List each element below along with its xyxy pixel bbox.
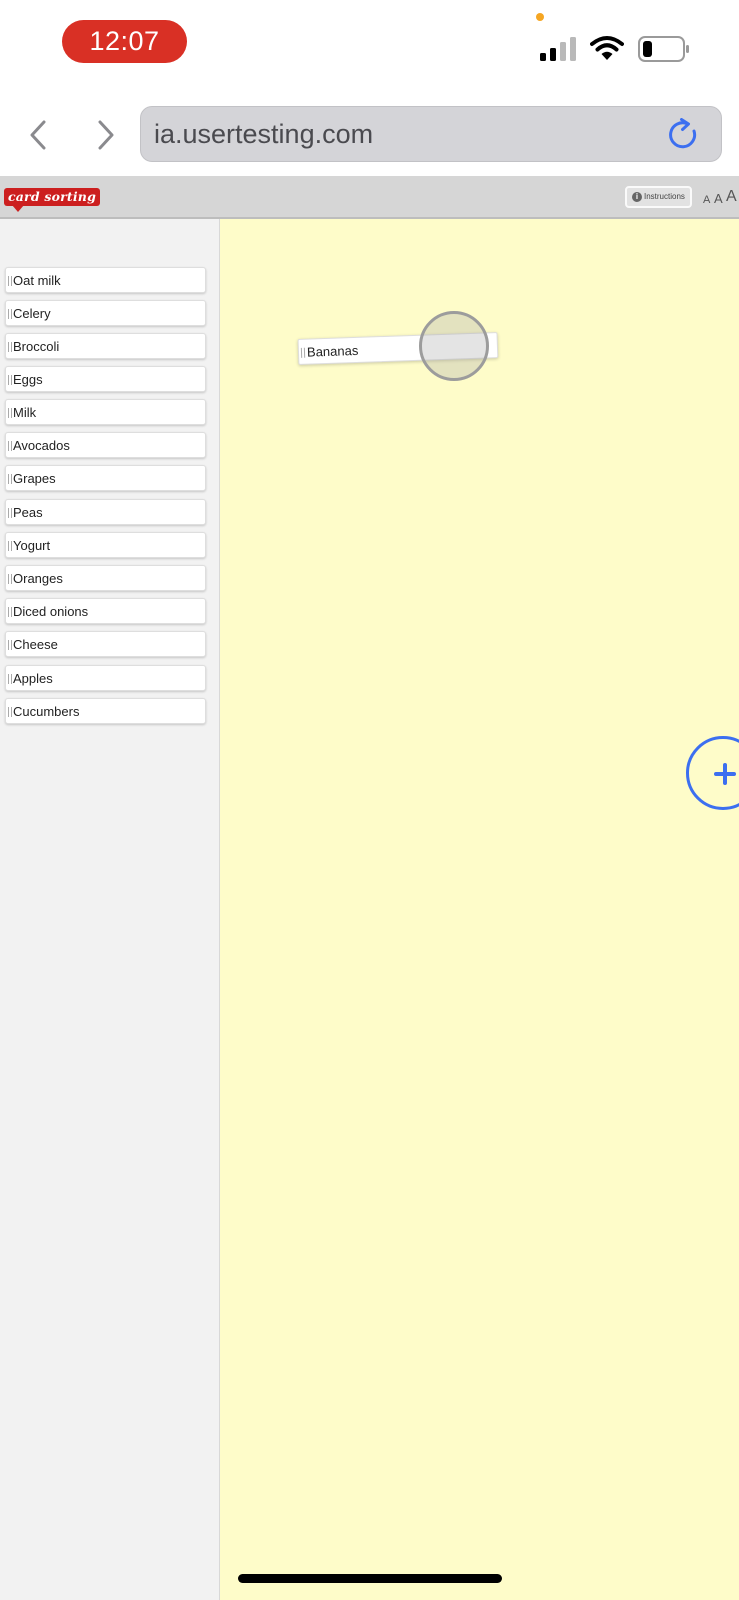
card-label: Yogurt [13,538,51,553]
drag-handle-icon [8,309,12,319]
info-icon: i [632,192,642,202]
drag-handle-icon [8,441,12,451]
card-item[interactable]: Broccoli [5,333,206,359]
app-header: card sorting i Instructions A A A [0,176,739,219]
card-item[interactable]: Cucumbers [5,698,206,724]
card-label: Diced onions [13,604,89,619]
card-label: Oranges [13,571,63,586]
drag-handle-icon [8,408,12,418]
status-time: 12:07 [62,20,187,63]
address-bar[interactable]: ia.usertesting.com [140,106,722,162]
card-label: Broccoli [13,339,60,354]
status-bar: 12:07 [0,0,739,92]
url-text: ia.usertesting.com [154,119,374,149]
font-size-medium[interactable]: A [714,191,723,206]
wifi-icon [590,36,624,60]
card-item[interactable]: Peas [5,499,206,525]
font-size-small[interactable]: A [703,194,710,206]
logo-speech-tail [12,205,24,212]
sorting-canvas[interactable]: Bananas [220,219,739,1600]
card-item[interactable]: Celery [5,300,206,326]
drag-handle-icon [8,674,12,684]
card-label: Grapes [13,471,56,486]
card-sorting-logo: card sorting [4,188,100,214]
touch-indicator [419,311,489,381]
card-item[interactable]: Apples [5,665,206,691]
add-group-button[interactable] [686,736,739,810]
drag-handle-icon [8,474,12,484]
drag-handle-icon [300,347,306,358]
card-item[interactable]: Diced onions [5,598,206,624]
browser-toolbar: ia.usertesting.com [0,92,739,176]
logo-text: card sorting [4,188,100,206]
card-item[interactable]: Milk [5,399,206,425]
drag-handle-icon [8,607,12,617]
card-item[interactable]: Oranges [5,565,206,591]
home-indicator [238,1574,502,1583]
drag-handle-icon [8,508,12,518]
card-item[interactable]: Cheese [5,631,206,657]
instructions-label: Instructions [644,192,685,201]
plus-icon-stroke [723,763,727,785]
card-item[interactable]: Yogurt [5,532,206,558]
back-icon[interactable] [24,117,54,153]
card-item[interactable]: Eggs [5,366,206,392]
font-size-large[interactable]: A [726,188,737,206]
card-label: Peas [13,505,43,520]
card-label: Milk [13,405,37,420]
drag-handle-icon [8,574,12,584]
drag-handle-icon [8,707,12,717]
drag-handle-icon [8,276,12,286]
font-size-controls: A A A [703,184,739,208]
signal-icon [540,37,576,61]
card-label: Avocados [13,438,70,453]
privacy-indicator-dot [536,13,544,21]
drag-handle-icon [8,342,12,352]
card-item[interactable]: Avocados [5,432,206,458]
card-label: Cucumbers [13,704,80,719]
card-label: Cheese [13,637,58,652]
instructions-button[interactable]: i Instructions [625,186,692,208]
card-label: Eggs [13,372,43,387]
card-item[interactable]: Grapes [5,465,206,491]
drag-handle-icon [8,640,12,650]
battery-icon [638,36,689,62]
card-label: Oat milk [13,273,61,288]
drag-handle-icon [8,375,12,385]
drag-handle-icon [8,541,12,551]
card-label: Bananas [306,342,359,360]
reload-icon[interactable] [667,118,701,152]
card-item[interactable]: Oat milk [5,267,206,293]
card-list-sidebar: Oat milk Celery Broccoli Eggs Milk Avoca… [0,219,220,1600]
forward-icon[interactable] [90,117,120,153]
card-label: Apples [13,671,53,686]
card-label: Celery [13,306,51,321]
